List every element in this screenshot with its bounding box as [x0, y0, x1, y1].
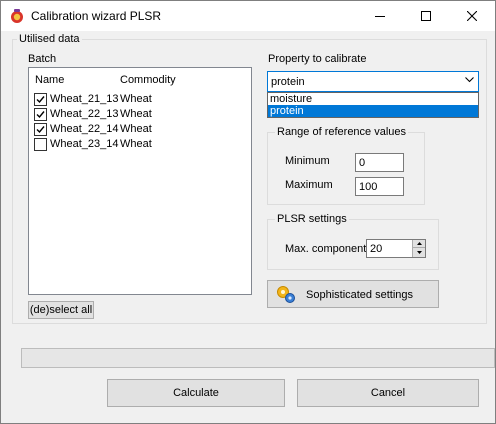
property-select[interactable]: protein: [267, 71, 479, 92]
row-name: Wheat_22_13: [50, 108, 119, 120]
row-commodity: Wheat: [120, 93, 152, 105]
progress-bar: [21, 348, 495, 368]
table-row[interactable]: Wheat_23_14 Wheat: [29, 137, 249, 152]
column-header-commodity[interactable]: Commodity: [120, 74, 176, 86]
cancel-button[interactable]: Cancel: [297, 379, 479, 407]
minimum-label: Minimum: [285, 155, 330, 167]
app-icon: [11, 9, 23, 23]
minimum-input[interactable]: 0: [355, 153, 404, 172]
checkmark-icon: [36, 111, 45, 119]
row-checkbox[interactable]: [34, 123, 47, 136]
calibration-wizard-window: Calibration wizard PLSR Utilised data Ba…: [0, 0, 496, 424]
caret-up-icon: [416, 242, 422, 245]
checkmark-icon: [36, 126, 45, 134]
minimize-icon: [375, 16, 385, 17]
row-checkbox[interactable]: [34, 108, 47, 121]
table-row[interactable]: Wheat_21_13 Wheat: [29, 92, 249, 107]
dropdown-option-protein[interactable]: protein: [268, 105, 478, 117]
caret-down-icon: [416, 251, 422, 254]
sophisticated-settings-button[interactable]: Sophisticated settings: [267, 280, 439, 308]
title-bar[interactable]: Calibration wizard PLSR: [1, 1, 495, 31]
spin-up-button[interactable]: [412, 240, 425, 248]
max-components-label: Max. components: [285, 243, 372, 255]
deselect-all-button[interactable]: (de)select all: [28, 301, 94, 319]
minimum-value: 0: [359, 157, 366, 169]
utilised-data-label: Utilised data: [17, 33, 82, 45]
window-title: Calibration wizard PLSR: [31, 9, 162, 23]
max-components-value: 20: [370, 243, 383, 255]
sophisticated-settings-label: Sophisticated settings: [306, 289, 414, 301]
maximize-icon: [421, 11, 431, 21]
maximum-input[interactable]: 100: [355, 177, 404, 196]
row-commodity: Wheat: [120, 138, 152, 150]
maximum-label: Maximum: [285, 179, 333, 191]
row-commodity: Wheat: [120, 108, 152, 120]
row-name: Wheat_22_14: [50, 123, 119, 135]
max-components-stepper[interactable]: 20: [366, 239, 426, 258]
close-button[interactable]: [449, 1, 495, 31]
property-dropdown-list[interactable]: moisture protein: [267, 92, 479, 118]
spin-down-button[interactable]: [412, 248, 425, 257]
maximum-value: 100: [359, 181, 378, 193]
property-label: Property to calibrate: [268, 53, 367, 65]
checkmark-icon: [36, 96, 45, 104]
table-row[interactable]: Wheat_22_14 Wheat: [29, 122, 249, 137]
chevron-down-icon: [465, 77, 474, 83]
calculate-button[interactable]: Calculate: [107, 379, 285, 407]
column-header-name[interactable]: Name: [35, 74, 64, 86]
row-name: Wheat_23_14: [50, 138, 119, 150]
row-checkbox[interactable]: [34, 138, 47, 151]
close-icon: [467, 11, 477, 21]
gears-icon: [277, 286, 295, 303]
row-commodity: Wheat: [120, 123, 152, 135]
maximize-button[interactable]: [403, 1, 449, 31]
spin-buttons: [412, 240, 425, 257]
minimize-button[interactable]: [357, 1, 403, 31]
row-checkbox[interactable]: [34, 93, 47, 106]
table-row[interactable]: Wheat_22_13 Wheat: [29, 107, 249, 122]
batch-label: Batch: [28, 53, 57, 65]
batch-list[interactable]: Name Commodity Wheat_21_13 Wheat Wheat_2…: [28, 67, 252, 295]
dropdown-option-moisture[interactable]: moisture: [268, 93, 478, 105]
property-selected-value: protein: [271, 76, 305, 88]
plsr-settings-label: PLSR settings: [275, 213, 349, 225]
range-label: Range of reference values: [275, 126, 409, 138]
row-name: Wheat_21_13: [50, 93, 119, 105]
